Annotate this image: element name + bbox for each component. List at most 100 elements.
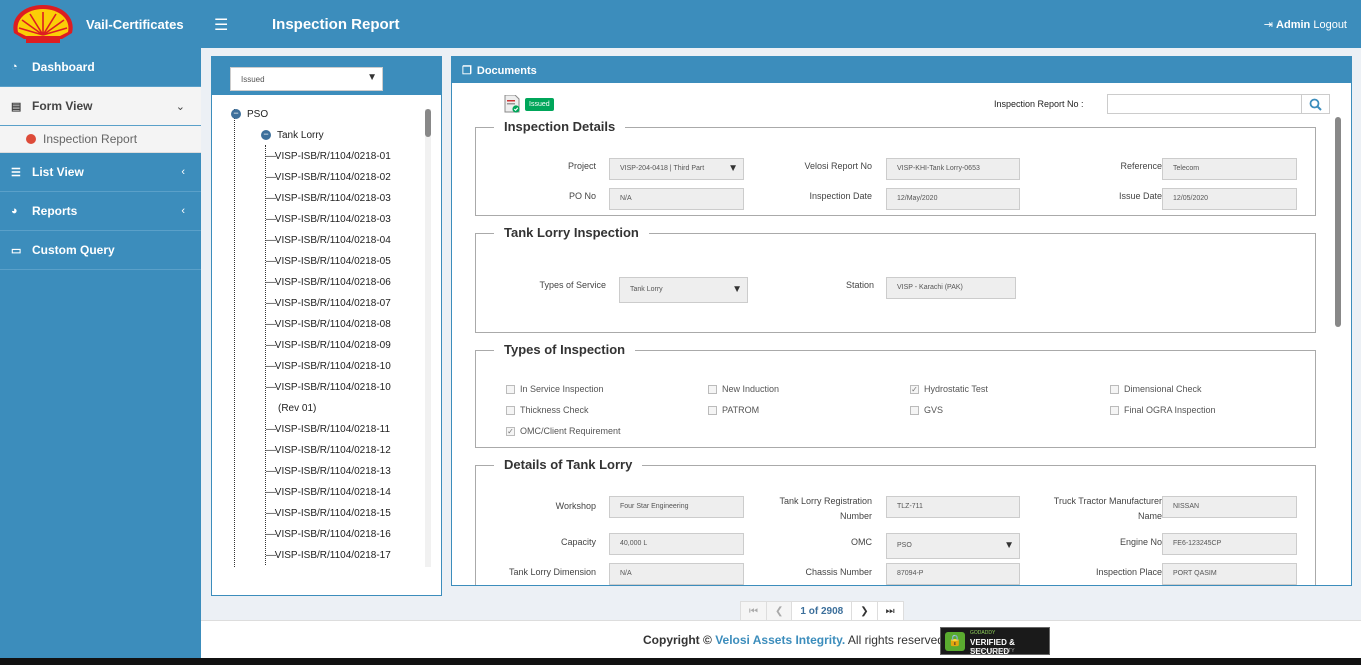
dimension-field[interactable]: N/A xyxy=(609,563,744,585)
status-filter-select[interactable]: Issued ▼ xyxy=(230,67,383,91)
search-button[interactable] xyxy=(1301,94,1330,114)
logout-link[interactable]: ⇥ Admin Logout xyxy=(1264,18,1347,31)
checkbox-checked-icon[interactable]: ✓ xyxy=(506,426,515,436)
chevron-down-icon: ⌄ xyxy=(175,100,185,113)
truck-manufacturer-field[interactable]: NISSAN xyxy=(1162,496,1297,518)
company-link[interactable]: Velosi Assets Integrity. xyxy=(715,633,845,647)
report-no-input[interactable] xyxy=(1107,94,1303,114)
tree-leaf[interactable]: — VISP-ISB/R/1104/0218-05 xyxy=(266,256,391,267)
workshop-field[interactable]: Four Star Engineering xyxy=(609,496,744,518)
checkbox-icon[interactable] xyxy=(1110,384,1119,394)
chassis-label: Chassis Number xyxy=(805,567,872,577)
inspection-details-section: Inspection Details Project VISP-204-0418… xyxy=(475,119,1316,216)
service-type-select[interactable]: Tank Lorry ▼ xyxy=(619,277,748,303)
tree-leaf[interactable]: — VISP-ISB/R/1104/0218-02 xyxy=(266,172,391,183)
checkbox-icon[interactable] xyxy=(708,405,717,415)
capacity-field[interactable]: 40,000 L xyxy=(609,533,744,555)
sidebar-item-custom-query[interactable]: ▭ Custom Query xyxy=(0,231,201,270)
footer: Copyright © Velosi Assets Integrity. All… xyxy=(201,620,1361,658)
inspection-place-label: Inspection Place xyxy=(1095,567,1162,577)
collapse-icon[interactable]: − xyxy=(261,130,271,141)
inspection-place-field[interactable]: PORT QASIM xyxy=(1162,563,1297,585)
project-select[interactable]: VISP-204-0418 | Third Part ▼ xyxy=(609,158,744,180)
tree-leaf[interactable]: — VISP-ISB/R/1104/0218-14 xyxy=(266,487,391,498)
checkbox-icon[interactable] xyxy=(506,384,515,394)
tree-leaf[interactable]: (Rev 01) xyxy=(278,403,316,414)
reference-label: Reference xyxy=(1120,161,1162,171)
station-field[interactable]: VISP - Karachi (PAK) xyxy=(886,277,1016,299)
sidebar-item-dashboard[interactable]: ◔ Dashboard xyxy=(0,48,201,87)
dropdown-arrow-icon: ▼ xyxy=(367,72,377,83)
tree-node-root[interactable]: − PSO xyxy=(231,109,268,120)
sidebar-item-form-view[interactable]: ▤ Form View ⌄ xyxy=(0,87,201,126)
po-no-field[interactable]: N/A xyxy=(609,188,744,210)
tree-leaf-label: VISP-ISB/R/1104/0218-17 xyxy=(274,550,391,561)
inspection-type-checkbox[interactable]: GVS xyxy=(910,405,943,415)
tree-leaf[interactable]: — VISP-ISB/R/1104/0218-01 xyxy=(266,151,391,162)
tree-leaf[interactable]: — VISP-ISB/R/1104/0218-13 xyxy=(266,466,391,477)
registration-field[interactable]: TLZ-711 xyxy=(886,496,1020,518)
tree-leaf-label: VISP-ISB/R/1104/0218-08 xyxy=(274,319,391,330)
tree-leaf[interactable]: — VISP-ISB/R/1104/0218-08 xyxy=(266,319,391,330)
sidebar-item-label: Reports xyxy=(32,204,78,218)
tree-leaf[interactable]: — VISP-ISB/R/1104/0218-03 xyxy=(266,193,391,204)
tree-connector: — xyxy=(266,466,276,477)
collapse-icon[interactable]: − xyxy=(231,109,241,120)
issue-date-field[interactable]: 12/05/2020 xyxy=(1162,188,1297,210)
checkbox-icon[interactable] xyxy=(708,384,717,394)
inspection-type-checkbox[interactable]: ✓ OMC/Client Requirement xyxy=(506,426,621,436)
reference-field[interactable]: Telecom xyxy=(1162,158,1297,180)
inspection-type-checkbox[interactable]: ✓ Hydrostatic Test xyxy=(910,384,988,394)
tree-scrollbar[interactable] xyxy=(425,109,431,567)
tree-leaf[interactable]: — VISP-ISB/R/1104/0218-09 xyxy=(266,340,391,351)
documents-scrollbar[interactable] xyxy=(1335,117,1341,583)
tree-leaf[interactable]: — VISP-ISB/R/1104/0218-15 xyxy=(266,508,391,519)
omc-select[interactable]: PSO ▼ xyxy=(886,533,1020,559)
sidebar-item-reports[interactable]: ◕ Reports ‹ xyxy=(0,192,201,231)
brand-name[interactable]: Vail-Certificates xyxy=(86,17,184,32)
tree-leaf[interactable]: — VISP-ISB/R/1104/0218-16 xyxy=(266,529,391,540)
checkbox-label: PATROM xyxy=(722,405,760,415)
checkbox-checked-icon[interactable]: ✓ xyxy=(910,384,919,394)
sidebar-item-list-view[interactable]: ☰ List View ‹ xyxy=(0,153,201,192)
station-label: Station xyxy=(845,280,874,290)
inspection-type-checkbox[interactable]: New Induction xyxy=(708,384,779,394)
tree-leaf[interactable]: — VISP-ISB/R/1104/0218-03 xyxy=(266,214,391,225)
checkbox-icon[interactable] xyxy=(910,405,919,415)
tree-leaf-label: VISP-ISB/R/1104/0218-03 xyxy=(274,214,391,225)
checkbox-icon[interactable] xyxy=(1110,405,1119,415)
top-navbar: Vail-Certificates ☰ Inspection Report ⇥ … xyxy=(0,0,1361,48)
engine-no-field[interactable]: FE6-123245CP xyxy=(1162,533,1297,555)
tree-node-label: PSO xyxy=(247,109,269,120)
velosi-report-field[interactable]: VISP-KHI-Tank Lorry-0653 xyxy=(886,158,1020,180)
tree-leaf[interactable]: — VISP-ISB/R/1104/0218-11 xyxy=(266,424,390,435)
tree-connector: — xyxy=(266,319,276,330)
scrollbar-thumb[interactable] xyxy=(1335,117,1341,327)
menu-toggle-icon[interactable]: ☰ xyxy=(214,15,228,35)
copyright-label: Copyright © xyxy=(643,633,712,647)
tree-leaf[interactable]: — VISP-ISB/R/1104/0218-10 xyxy=(266,361,391,372)
tree-leaf[interactable]: — VISP-ISB/R/1104/0218-06 xyxy=(266,277,391,288)
pdf-file-icon[interactable] xyxy=(504,95,520,113)
tree-leaf[interactable]: — VISP-ISB/R/1104/0218-10 xyxy=(266,382,391,393)
inspection-type-checkbox[interactable]: Thickness Check xyxy=(506,405,589,415)
tree-leaf[interactable]: — VISP-ISB/R/1104/0218-07 xyxy=(266,298,391,309)
inspection-type-checkbox[interactable]: Dimensional Check xyxy=(1110,384,1202,394)
inspection-type-checkbox[interactable]: Final OGRA Inspection xyxy=(1110,405,1216,415)
inspection-date-field[interactable]: 12/May/2020 xyxy=(886,188,1020,210)
checkbox-icon[interactable] xyxy=(506,405,515,415)
tree-leaf[interactable]: — VISP-ISB/R/1104/0218-17 xyxy=(266,550,391,561)
tree-node-child[interactable]: − Tank Lorry xyxy=(261,130,324,141)
tree-leaf[interactable]: — VISP-ISB/R/1104/0218-04 xyxy=(266,235,391,246)
sidebar-item-inspection-report[interactable]: Inspection Report xyxy=(0,126,201,153)
inspection-type-checkbox[interactable]: PATROM xyxy=(708,405,759,415)
sidebar: ◔ Dashboard ▤ Form View ⌄ Inspection Rep… xyxy=(0,48,201,665)
tree-leaf[interactable]: — VISP-ISB/R/1104/0218-12 xyxy=(266,445,391,456)
service-type-label: Types of Service xyxy=(539,280,606,290)
godaddy-seal[interactable]: 🔒 GODADDY VERIFIED & SECURED VERIFY SECU… xyxy=(940,627,1050,656)
shell-logo-icon[interactable] xyxy=(10,3,76,45)
seal-brand: GODADDY xyxy=(970,630,996,636)
chassis-field[interactable]: 87094-P xyxy=(886,563,1020,585)
inspection-type-checkbox[interactable]: In Service Inspection xyxy=(506,384,604,394)
scrollbar-thumb[interactable] xyxy=(425,109,431,137)
